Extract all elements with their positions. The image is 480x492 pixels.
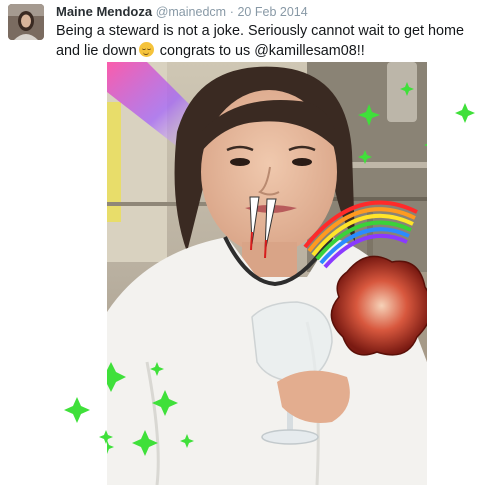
tweet: Maine Mendoza @mainedcm · 20 Feb 2014 Be… [0, 0, 480, 492]
sparkle-icon [99, 430, 113, 444]
sparkle-icon [455, 103, 475, 123]
sparkle-icon [64, 397, 90, 423]
outer-sparkles [64, 103, 475, 444]
